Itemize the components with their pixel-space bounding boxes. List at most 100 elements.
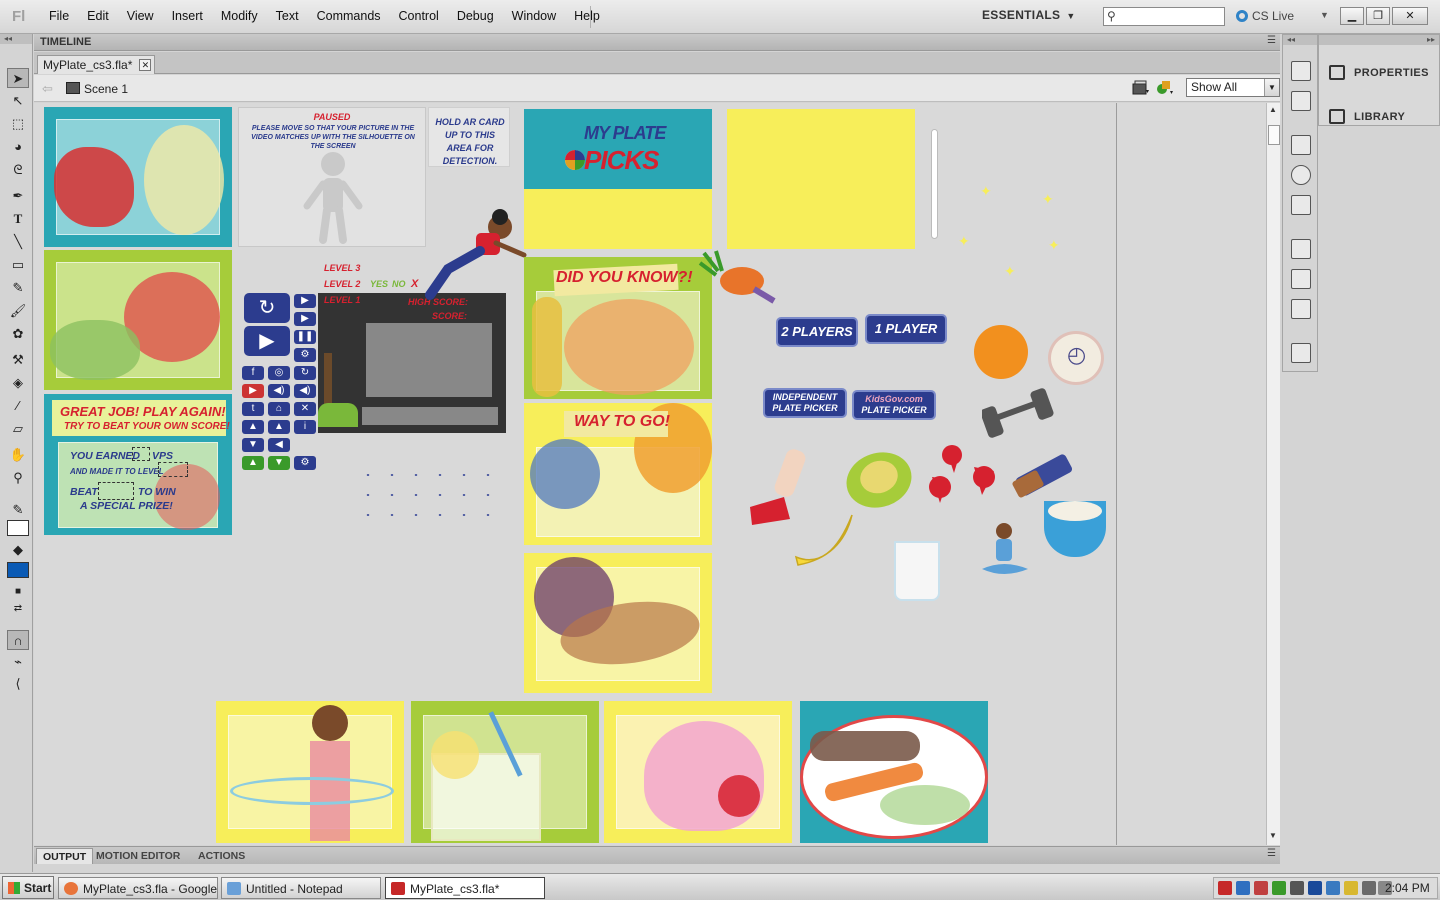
frozen-yogurt-card[interactable]: [604, 701, 792, 843]
green-up-button[interactable]: ▲: [242, 456, 264, 470]
timeline-panel-header[interactable]: TIMELINE ☰: [34, 34, 1280, 51]
back-arrow-icon[interactable]: ⇦: [42, 81, 53, 97]
transform-panel-icon[interactable]: [1291, 195, 1311, 215]
green-down-button[interactable]: ▼: [268, 456, 290, 470]
taskbar-flash[interactable]: MyPlate_cs3.fla*: [385, 877, 545, 899]
stage-vertical-scrollbar[interactable]: ▲ ▼: [1266, 103, 1280, 845]
help-search-input[interactable]: ⚲: [1103, 7, 1225, 26]
snap-to-objects-icon[interactable]: ∩: [7, 630, 29, 650]
subselection-tool-icon[interactable]: ↖: [7, 91, 29, 111]
menu-control[interactable]: Control: [390, 9, 448, 23]
pencil-tool-icon[interactable]: ✎: [7, 278, 29, 298]
apple-cucumber-card[interactable]: [44, 250, 232, 390]
close-button[interactable]: ✕: [1392, 7, 1428, 25]
rectangle-tool-icon[interactable]: ▭: [7, 255, 29, 275]
yellow-panel[interactable]: [727, 109, 915, 249]
panel-menu-icon[interactable]: ☰: [1267, 848, 1276, 859]
plum-potato-card[interactable]: [524, 553, 712, 693]
menu-edit[interactable]: Edit: [78, 9, 118, 23]
game-hud[interactable]: [318, 293, 506, 433]
color-panel-icon[interactable]: [1291, 61, 1311, 81]
align-panel-icon[interactable]: [1291, 135, 1311, 155]
chevron-down-icon[interactable]: ▼: [1320, 10, 1329, 20]
code-snippets-icon[interactable]: [1291, 239, 1311, 259]
pen-tool-icon[interactable]: ✒: [7, 186, 29, 206]
zoom-tool-icon[interactable]: ⚲: [7, 468, 29, 488]
text-tool-icon[interactable]: T: [7, 209, 29, 229]
scroll-thumb[interactable]: [1268, 125, 1280, 145]
components-panel-icon[interactable]: [1291, 269, 1311, 289]
panel-grip[interactable]: ◂◂: [0, 34, 32, 44]
kidsgov-plate-picker-button[interactable]: KidsGov.com PLATE PICKER: [852, 390, 936, 420]
taskbar-clock[interactable]: 2:04 PM: [1385, 881, 1430, 895]
network-icon[interactable]: [1236, 881, 1250, 895]
close-game-button[interactable]: ✕: [294, 402, 316, 416]
taskbar-chrome[interactable]: MyPlate_cs3.fla - Google...: [58, 877, 218, 899]
stroke-color-swatch[interactable]: [7, 520, 29, 536]
selection-tool-icon[interactable]: ➤: [7, 68, 29, 88]
sound-button[interactable]: ◀): [268, 384, 290, 398]
panel-menu-icon[interactable]: ☰: [1267, 35, 1276, 46]
menu-modify[interactable]: Modify: [212, 9, 267, 23]
antivirus-icon[interactable]: [1308, 881, 1322, 895]
way-to-go-card[interactable]: WAY TO GO!: [524, 403, 712, 545]
menu-help[interactable]: Help: [565, 9, 609, 23]
brush-tool-icon[interactable]: 🖌: [7, 301, 29, 321]
step-button[interactable]: ▶: [294, 312, 316, 326]
left-button[interactable]: ◀: [268, 438, 290, 452]
fish-plate-card[interactable]: [800, 701, 988, 843]
menu-commands[interactable]: Commands: [308, 9, 390, 23]
deco-tool-icon[interactable]: ✿: [7, 324, 29, 344]
straighten-icon[interactable]: ⟨: [7, 674, 29, 694]
motion-presets-icon[interactable]: [1291, 299, 1311, 319]
two-players-button[interactable]: 2 PLAYERS: [776, 317, 858, 347]
independent-plate-picker-button[interactable]: INDEPENDENT PLATE PICKER: [763, 388, 847, 418]
did-you-know-card[interactable]: DID YOU KNOW?!: [524, 257, 712, 399]
taskbar-notepad[interactable]: Untitled - Notepad: [221, 877, 381, 899]
settings-button[interactable]: ⚙: [294, 348, 316, 362]
menu-file[interactable]: File: [40, 9, 78, 23]
connection-icon[interactable]: [1362, 881, 1376, 895]
hand-tool-icon[interactable]: ✋: [7, 445, 29, 465]
restore-button[interactable]: ❐: [1366, 7, 1390, 25]
play-small-button[interactable]: ▶: [294, 294, 316, 308]
replay-button[interactable]: ↻: [244, 293, 290, 323]
security-icon[interactable]: [1344, 881, 1358, 895]
workspace-switcher[interactable]: ESSENTIALS ▼: [982, 8, 1076, 22]
game-over-card[interactable]: GREAT JOB! PLAY AGAIN! TRY TO BEAT YOUR …: [44, 394, 232, 535]
acrobat-icon[interactable]: [1218, 881, 1232, 895]
hula-hoop-card[interactable]: [216, 701, 404, 843]
down-button[interactable]: ▼: [242, 438, 264, 452]
up-button[interactable]: ▲: [242, 420, 264, 434]
document-tab[interactable]: MyPlate_cs3.fla* ✕: [37, 55, 156, 74]
project-panel-icon[interactable]: [1291, 343, 1311, 363]
up-alt-button[interactable]: ▲: [268, 420, 290, 434]
sound-on-button[interactable]: ◀): [294, 384, 316, 398]
home-button[interactable]: ⌂: [268, 402, 290, 416]
edit-symbols-icon[interactable]: [1156, 80, 1174, 96]
menu-text[interactable]: Text: [267, 9, 308, 23]
minimize-button[interactable]: ▁: [1340, 7, 1364, 25]
safely-remove-icon[interactable]: [1272, 881, 1286, 895]
lemonade-card[interactable]: [411, 701, 599, 843]
eraser-tool-icon[interactable]: ▱: [7, 419, 29, 439]
scene-label[interactable]: Scene 1: [84, 82, 128, 96]
cs-live-button[interactable]: CS Live: [1236, 9, 1294, 23]
menu-insert[interactable]: Insert: [163, 9, 212, 23]
swap-colors-icon[interactable]: ⇄: [7, 599, 29, 619]
tab-motion-editor[interactable]: MOTION EDITOR: [90, 848, 186, 864]
paused-screen[interactable]: PAUSED PLEASE MOVE SO THAT YOUR PICTURE …: [238, 107, 426, 247]
free-transform-tool-icon[interactable]: ⬚: [7, 114, 29, 134]
line-tool-icon[interactable]: ╲: [7, 232, 29, 252]
close-icon[interactable]: ✕: [139, 59, 152, 71]
properties-tab[interactable]: PROPERTIES: [1329, 65, 1429, 80]
3d-rotation-tool-icon[interactable]: ◕: [7, 137, 29, 157]
panel-grip[interactable]: ◂◂: [1283, 35, 1317, 45]
stage-pasteboard[interactable]: GREAT JOB! PLAY AGAIN! TRY TO BEAT YOUR …: [34, 103, 1266, 845]
pepper-onion-card[interactable]: [44, 107, 232, 247]
lasso-tool-icon[interactable]: ᘓ: [7, 160, 29, 180]
options-button[interactable]: ⚙: [294, 456, 316, 470]
panel-grip[interactable]: ▸▸: [1319, 35, 1439, 45]
share-button[interactable]: ◎: [268, 366, 290, 380]
smooth-icon[interactable]: ⌁: [7, 652, 29, 672]
